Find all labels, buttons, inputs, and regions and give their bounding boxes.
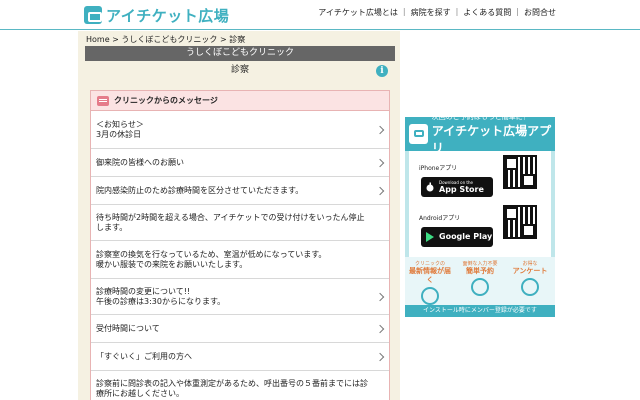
ad-features: クリニックの 最新情報が届く 面倒な入力不要 簡単予約 お得な アンケート: [405, 257, 555, 305]
message-item[interactable]: 診察室の換気を行なっているため、室温が低めになっています。 暖かい服装での来院を…: [91, 241, 389, 279]
feature-item: 面倒な入力不要 簡単予約: [458, 261, 502, 305]
feature-item: クリニックの 最新情報が届く: [408, 261, 452, 305]
feature-item: お得な アンケート: [508, 261, 552, 305]
message-line: 院内感染防止のため診療時間を区分させていただきます。: [96, 185, 304, 195]
message-item[interactable]: 診察前に問診表の記入や体重測定があるため、呼出番号の５番前までには診 療所にお越…: [91, 371, 389, 400]
message-line: 待ち時間が2時間を超える場合、アイチケットでの受け付けをいったん停止します。: [96, 212, 365, 232]
ticket-logo-icon: [84, 6, 102, 24]
message-line: 診療時間の変更について!!: [96, 286, 191, 296]
ad-footer: インストール時にメンバー登録が必要です: [405, 305, 555, 317]
android-qr-code: [503, 205, 537, 239]
info-icon[interactable]: i: [376, 65, 388, 77]
feature-bottom: 最新情報が届く: [409, 267, 451, 284]
site-logo[interactable]: アイチケット広場: [84, 5, 229, 25]
message-item[interactable]: 院内感染防止のため診療時間を区分させていただきます。: [91, 177, 389, 205]
chevron-right-icon: [375, 292, 385, 301]
google-play-button[interactable]: Google Play: [421, 227, 493, 247]
message-item[interactable]: 診療時間の変更について!! 午後の診療は3:30からになります。: [91, 279, 389, 315]
breadcrumb-current: 診察: [229, 35, 246, 44]
message-line: 3月の休診日: [96, 129, 142, 139]
ad-store-area: iPhoneアプリ Download on the App Store Andr…: [409, 151, 551, 269]
app-logo-icon: [409, 124, 428, 144]
message-item[interactable]: 待ち時間が2時間を超える場合、アイチケットでの受け付けをいったん停止します。: [91, 205, 389, 241]
top-nav: アイチケット広場とは | 病院を探す | よくある質問 | お問合せ: [318, 7, 556, 18]
message-line: 「すぐいく」ご利用の方へ: [96, 351, 192, 361]
messages-heading: クリニックからのメッセージ: [91, 91, 389, 111]
clinic-messages-panel: クリニックからのメッセージ ＜お知らせ＞ 3月の休診日 御来院の皆様へのお願い …: [90, 90, 390, 400]
google-play-icon: [426, 232, 434, 242]
app-store-button[interactable]: Download on the App Store: [421, 177, 493, 197]
gplay-big: Google Play: [439, 232, 493, 241]
breadcrumb-clinic[interactable]: うしくぼこどもクリニック: [121, 35, 217, 44]
ios-qr-code: [503, 155, 537, 189]
message-item[interactable]: ＜お知らせ＞ 3月の休診日: [91, 111, 389, 149]
message-line: 療所にお越しください。: [96, 389, 184, 398]
appstore-big: App Store: [439, 184, 484, 194]
nav-about[interactable]: アイチケット広場とは: [318, 7, 398, 18]
message-line: 暖かい服装での来院をお願いいたします。: [96, 259, 248, 269]
breadcrumb-home[interactable]: Home: [86, 35, 110, 44]
site-header: アイチケット広場 アイチケット広場とは | 病院を探す | よくある質問 | お…: [0, 0, 640, 30]
chevron-right-icon: [375, 186, 385, 195]
chevron-right-icon: [375, 125, 385, 134]
messages-heading-text: クリニックからのメッセージ: [114, 96, 218, 105]
android-label: Androidアプリ: [419, 215, 461, 222]
chevron-right-icon: [375, 352, 385, 361]
nav-contact[interactable]: お問合せ: [524, 7, 556, 18]
stethoscope-icon: [471, 278, 489, 296]
feature-bottom: 簡単予約: [466, 267, 494, 275]
message-icon: [97, 95, 109, 106]
message-item[interactable]: 御来院の皆様へのお願い: [91, 149, 389, 177]
gift-icon: [521, 278, 539, 296]
feature-bottom: アンケート: [512, 267, 548, 275]
breadcrumb: Home > うしくぼこどもクリニック > 診察: [86, 35, 246, 44]
message-line: ＜お知らせ＞: [96, 119, 144, 129]
ad-tagline: 次回のご予約はもっと簡単に！: [431, 113, 530, 121]
message-item[interactable]: 「すぐいく」ご利用の方へ: [91, 343, 389, 371]
ad-header: 次回のご予約はもっと簡単に！ アイチケット広場アプリ: [405, 113, 555, 155]
chevron-right-icon: [375, 324, 385, 333]
chat-bubble-icon: [421, 287, 439, 305]
message-line: 受付時間について: [96, 323, 160, 333]
message-line: 診察前に問診表の記入や体重測定があるため、呼出番号の５番前までには診: [96, 379, 368, 388]
section-title: 診察: [230, 65, 249, 75]
iphone-label: iPhoneアプリ: [419, 165, 458, 172]
message-item[interactable]: 受付時間について: [91, 315, 389, 343]
message-line: 御来院の皆様へのお願い: [96, 157, 184, 167]
logo-text: アイチケット広場: [106, 6, 230, 25]
apple-icon: [426, 182, 434, 192]
chevron-right-icon: [375, 158, 385, 167]
nav-faq[interactable]: よくある質問: [463, 7, 511, 18]
message-line: 診察室の換気を行なっているため、室温が低めになっています。: [96, 249, 327, 259]
nav-search-hospital[interactable]: 病院を探す: [411, 7, 451, 18]
clinic-name-bar: うしくぼこどもクリニック: [85, 46, 395, 61]
message-line: 午後の診療は3:30からになります。: [96, 296, 226, 306]
